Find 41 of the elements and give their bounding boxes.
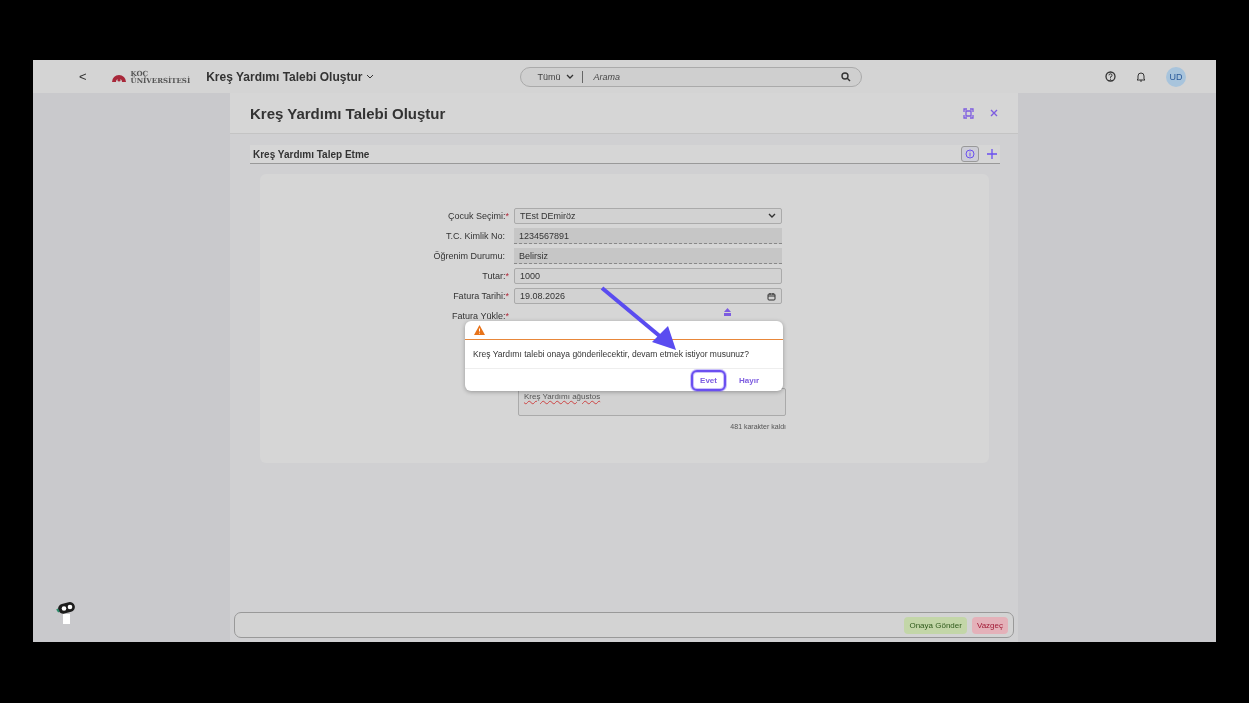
field-label: Fatura Yükle:	[452, 311, 506, 321]
bell-icon[interactable]	[1136, 71, 1146, 82]
field-label: Fatura Tarihi:	[453, 291, 506, 301]
search-icon[interactable]	[841, 71, 852, 82]
required-asterisk: *	[505, 311, 509, 321]
readonly-field: Belirsiz	[514, 248, 782, 264]
scope-dropdown[interactable]: Tümü	[531, 70, 584, 83]
field-label: T.C. Kimlik No:	[446, 231, 505, 241]
field-label: Tutar:	[482, 271, 506, 281]
required-asterisk: *	[505, 291, 509, 301]
upload-icon[interactable]	[723, 308, 732, 316]
calendar-icon[interactable]	[767, 291, 776, 301]
required-asterisk: *	[505, 211, 509, 221]
field-label: Çocuk Seçimi:	[447, 211, 506, 221]
user-avatar[interactable]: UD	[1166, 66, 1186, 87]
add-icon[interactable]	[987, 149, 997, 159]
warning-icon	[474, 325, 485, 335]
expand-icon[interactable]	[963, 107, 974, 119]
page-title: Kreş Yardımı Talebi Oluştur	[250, 104, 446, 122]
field-label: Öğrenim Durumu:	[433, 251, 505, 261]
chevron-down-icon	[366, 73, 375, 80]
info-button[interactable]	[961, 146, 979, 162]
dialog-button[interactable]: Hayır	[733, 372, 765, 388]
search-field[interactable]: Arama	[591, 70, 834, 83]
cancel-button[interactable]: Vazgeç	[971, 616, 1008, 634]
submit-button[interactable]: Onaya Gönder	[904, 616, 967, 634]
back-button[interactable]: <	[71, 69, 95, 84]
required-asterisk: *	[505, 271, 509, 281]
help-icon[interactable]	[1105, 71, 1116, 82]
readonly-field: 1234567891	[514, 228, 782, 244]
close-icon[interactable]	[990, 109, 998, 117]
input-field[interactable]: 1000	[514, 268, 782, 284]
app-title-menu[interactable]: Kreş Yardımı Talebi Oluştur	[206, 69, 375, 84]
dialog-message: Kreş Yardımı talebi onaya gönderilecektir, devam etmek istiyor musunuz?	[473, 349, 750, 359]
chevron-down-icon	[566, 73, 575, 80]
search-bar[interactable]: Tümü Arama	[520, 66, 863, 87]
chevron-down-icon	[768, 213, 776, 219]
robot-icon[interactable]	[55, 601, 77, 625]
select-field[interactable]: TEst DEmiröz	[514, 208, 782, 224]
date-field[interactable]: 19.08.2026	[514, 288, 782, 304]
section-title: Kreş Yardımı Talep Etme	[253, 148, 370, 160]
